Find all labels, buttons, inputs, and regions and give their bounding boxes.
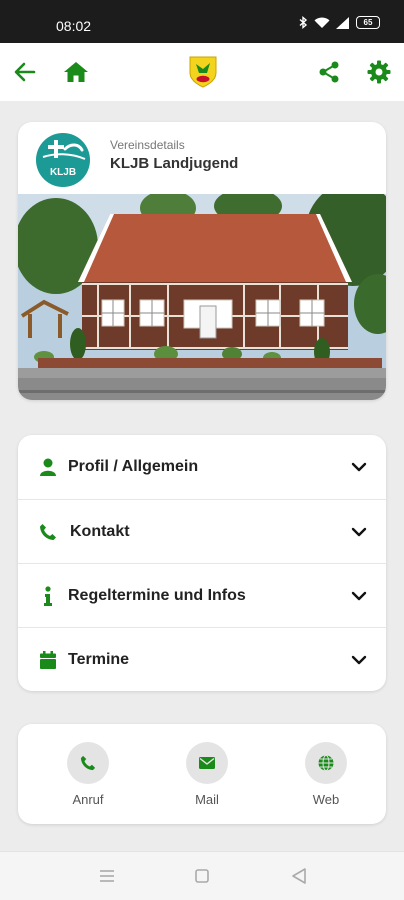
recent-apps-button[interactable] — [96, 866, 118, 886]
menu-item-profile[interactable]: Profil / Allgemein — [18, 435, 386, 499]
menu-item-label: Kontakt — [70, 522, 130, 540]
arrow-left-icon — [14, 62, 36, 82]
contact-actions-card: Anruf Mail Web — [18, 724, 386, 824]
square-icon — [195, 869, 209, 883]
gear-icon — [367, 60, 391, 84]
battery-level: 65 — [363, 18, 373, 27]
calendar-icon — [38, 650, 58, 670]
menu-lines-icon — [100, 870, 114, 882]
web-button[interactable]: Web — [296, 742, 356, 807]
menu-item-label: Profil / Allgemein — [68, 458, 199, 475]
mail-button-circle — [186, 742, 228, 784]
call-button-circle — [67, 742, 109, 784]
app-bar — [0, 43, 404, 101]
details-menu-card: Profil / Allgemein Kontakt Regeltermine … — [18, 435, 386, 691]
web-button-circle — [305, 742, 347, 784]
mail-icon — [199, 757, 215, 769]
mail-button[interactable]: Mail — [177, 742, 237, 807]
call-button[interactable]: Anruf — [58, 742, 118, 807]
club-subtitle: Vereinsdetails — [110, 138, 185, 152]
home-nav-button[interactable] — [191, 866, 213, 886]
menu-item-label: Regeltermine und Infos — [68, 586, 246, 604]
club-card: KLJB Vereinsdetails KLJB Landjugend — [18, 122, 386, 400]
home-icon — [64, 62, 88, 82]
menu-item-regular-events[interactable]: Regeltermine und Infos — [18, 563, 386, 627]
person-icon — [38, 457, 58, 477]
system-navigation-bar — [0, 851, 404, 900]
call-label: Anruf — [72, 792, 104, 807]
battery-icon: 65 — [356, 16, 380, 29]
back-nav-button[interactable] — [288, 866, 310, 886]
municipality-crest-icon — [189, 56, 217, 88]
share-icon — [319, 61, 339, 83]
web-label: Web — [312, 792, 340, 807]
menu-item-label: Termine — [68, 650, 130, 668]
wifi-icon — [314, 17, 330, 28]
globe-icon — [318, 755, 334, 771]
chevron-down-icon — [351, 527, 367, 536]
bluetooth-icon — [299, 16, 308, 29]
phone-icon — [38, 522, 58, 542]
club-logo: KLJB — [36, 133, 90, 187]
status-icons: 65 — [298, 16, 380, 29]
status-bar: 08:02 65 — [0, 0, 404, 43]
mail-label: Mail — [195, 792, 219, 807]
club-photo — [18, 194, 386, 400]
share-button[interactable] — [314, 57, 344, 87]
home-button[interactable] — [61, 57, 91, 87]
phone-icon — [80, 755, 96, 771]
info-icon — [38, 585, 58, 606]
club-title: KLJB Landjugend — [110, 155, 239, 172]
chevron-down-icon — [351, 655, 367, 664]
triangle-back-icon — [292, 868, 306, 884]
signal-icon — [336, 16, 349, 29]
club-logo-text: KLJB — [50, 167, 76, 178]
chevron-down-icon — [351, 591, 367, 600]
back-button[interactable] — [10, 57, 40, 87]
settings-button[interactable] — [364, 57, 394, 87]
menu-item-events[interactable]: Termine — [18, 627, 386, 691]
menu-item-contact[interactable]: Kontakt — [18, 499, 386, 563]
chevron-down-icon — [351, 462, 367, 472]
status-time: 08:02 — [56, 18, 92, 34]
